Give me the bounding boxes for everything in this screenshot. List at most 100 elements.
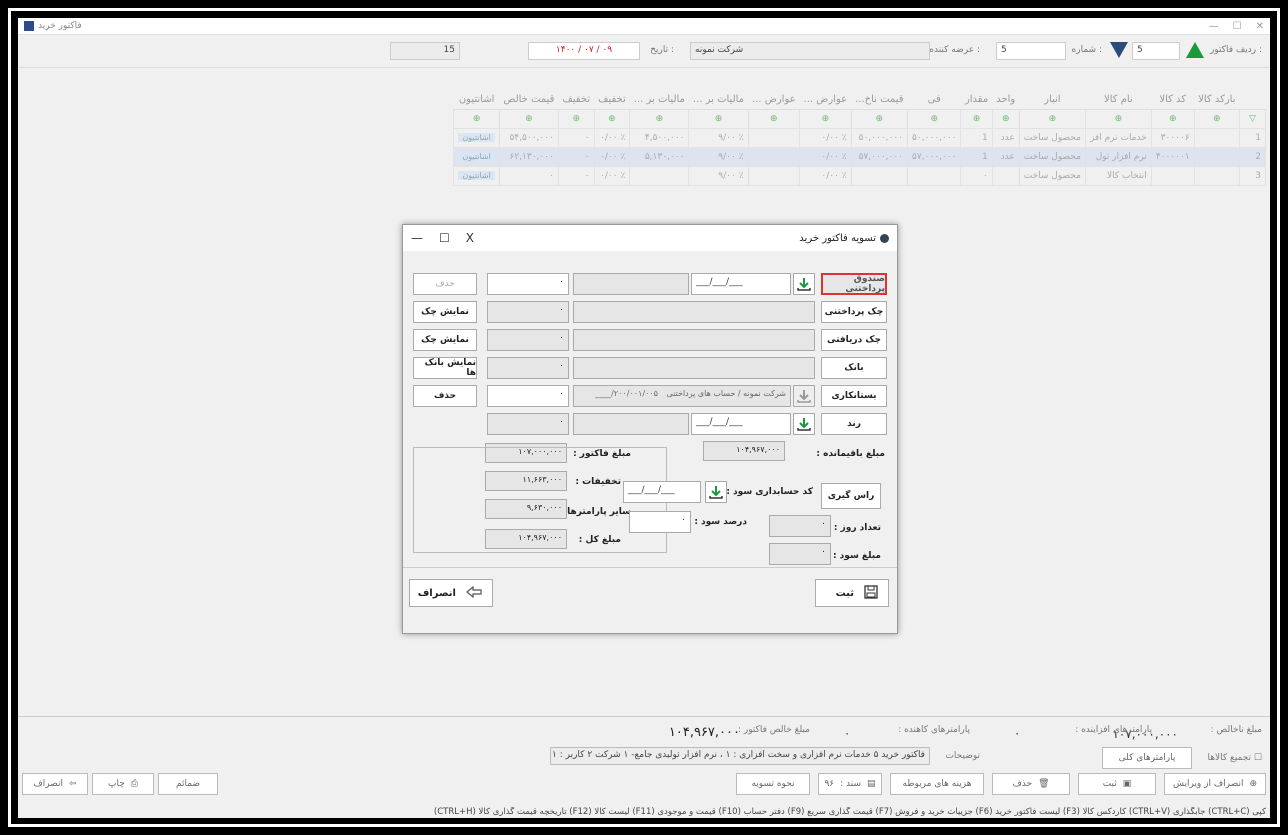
- filter-icon[interactable]: ⊕: [593, 109, 631, 129]
- table-cell[interactable]: ۵۷,۰۰۰,۰۰۰: [907, 147, 962, 167]
- save-button[interactable]: ▣ ثبت: [1078, 773, 1156, 795]
- filter-icon[interactable]: ⊕: [557, 109, 595, 129]
- delete-button[interactable]: 🗑 حذف: [992, 773, 1070, 795]
- table-cell[interactable]: ۰: [557, 128, 595, 148]
- check-payable-amount-field[interactable]: ۰: [487, 301, 569, 323]
- round-date-field[interactable]: ___/___/___: [691, 413, 791, 435]
- grid-header-cell[interactable]: بارکد کالا: [1194, 90, 1240, 110]
- prev-arrow-icon[interactable]: [1108, 39, 1130, 61]
- grid-header-cell[interactable]: مقدار: [960, 90, 993, 110]
- table-cell[interactable]: ۳۰۰۰۰۶: [1150, 128, 1195, 148]
- save-button[interactable]: ثبت: [815, 579, 889, 607]
- filter-icon[interactable]: ⊕: [1084, 109, 1152, 129]
- cash-payable-button[interactable]: صندوق پرداختنی: [821, 273, 887, 295]
- table-cell[interactable]: [1193, 128, 1241, 148]
- download-icon[interactable]: [793, 413, 815, 435]
- table-cell[interactable]: [850, 166, 909, 186]
- number-field[interactable]: 5: [996, 42, 1066, 60]
- grid-header-cell[interactable]: مالیات بر ...: [688, 90, 749, 110]
- grid-header-cell[interactable]: عوارض ...: [748, 90, 800, 110]
- cash-desc-field[interactable]: [573, 273, 689, 295]
- aggregate-checkbox[interactable]: ☐ تجمیع کالاها: [1208, 753, 1262, 763]
- table-cell[interactable]: اشانتیون: [453, 166, 500, 186]
- filter-icon[interactable]: ▽: [1239, 109, 1266, 129]
- creditor-account-field[interactable]: شرکت نمونه / حساب های پرداختنی ۲۰۰/۰۰۱/۰…: [573, 385, 791, 407]
- delete-button[interactable]: حذف: [413, 273, 477, 295]
- round-amount-field[interactable]: ۰: [487, 413, 569, 435]
- maximize-icon[interactable]: ☐: [1233, 21, 1242, 32]
- grid-header-cell[interactable]: نام کالا: [1085, 90, 1152, 110]
- check-receivable-amount-field[interactable]: ۰: [487, 329, 569, 351]
- date-field[interactable]: ۱۴۰۰ / ۰۷ / ۰۹: [528, 42, 640, 60]
- doc-button[interactable]: ▤ سند : ۹۶: [818, 773, 882, 795]
- settlement-button[interactable]: نحوه تسویه: [736, 773, 810, 795]
- supplier-field[interactable]: شرکت نمونه: [690, 42, 930, 60]
- related-costs-button[interactable]: هزینه های مربوطه: [890, 773, 984, 795]
- table-cell[interactable]: خدمات نرم افز: [1084, 128, 1152, 148]
- filter-icon[interactable]: ⊕: [1018, 109, 1086, 129]
- table-cell[interactable]: [1150, 166, 1195, 186]
- table-cell[interactable]: [747, 147, 801, 167]
- row-field[interactable]: 5: [1132, 42, 1180, 60]
- print-button[interactable]: ⎙ چاپ: [92, 773, 154, 795]
- general-params-button[interactable]: پارامترهای کلی: [1102, 747, 1192, 769]
- delete-button[interactable]: حذف: [413, 385, 477, 407]
- filter-icon[interactable]: ⊕: [453, 109, 500, 129]
- bank-button[interactable]: بانک: [821, 357, 887, 379]
- table-cell[interactable]: ٪ ۹/۰۰: [688, 166, 749, 186]
- table-cell[interactable]: ٪ ۹/۰۰: [688, 128, 749, 148]
- table-cell[interactable]: [747, 128, 801, 148]
- description-field[interactable]: فاکتور خرید ۵ خدمات نرم افزاری و سخت افز…: [550, 747, 930, 765]
- grid-header-cell[interactable]: قیمت ناخ...: [851, 90, 908, 110]
- gift-button[interactable]: اشانتیون: [458, 171, 495, 180]
- filter-icon[interactable]: ⊕: [629, 109, 690, 129]
- cancel-button[interactable]: ⇦ انصراف: [22, 773, 88, 795]
- table-cell[interactable]: ۵۰,۰۰۰,۰۰۰: [907, 128, 962, 148]
- attachments-button[interactable]: ضمائم: [158, 773, 218, 795]
- grid-header-cell[interactable]: مالیات بر ...: [629, 90, 689, 110]
- show-banks-button[interactable]: نمایش بانک ها: [413, 357, 477, 379]
- filter-icon[interactable]: ⊕: [850, 109, 909, 129]
- bank-amount-field[interactable]: ۰: [487, 357, 569, 379]
- check-receivable-desc-field[interactable]: [573, 329, 815, 351]
- table-cell[interactable]: ٪ ۹/۰۰: [688, 147, 749, 167]
- profit-percent-field[interactable]: ۰: [629, 511, 691, 533]
- table-cell[interactable]: ۵۰,۰۰۰,۰۰۰: [850, 128, 909, 148]
- table-row[interactable]: 2 ۴۰۰۰۰۰۱ نرم افزار تول محصول ساخت عدد 1 ۵۷,۰…: [453, 147, 1266, 167]
- filter-icon[interactable]: ⊕: [991, 109, 1020, 129]
- table-cell[interactable]: محصول ساخت: [1018, 147, 1086, 167]
- table-cell[interactable]: عدد: [991, 147, 1020, 167]
- table-cell[interactable]: ۶۲,۱۳۰,۰۰۰: [498, 147, 559, 167]
- table-cell[interactable]: محصول ساخت: [1018, 166, 1086, 186]
- table-cell[interactable]: ۰: [557, 166, 595, 186]
- gift-button[interactable]: اشانتیون: [458, 133, 495, 142]
- table-cell[interactable]: 1: [960, 128, 993, 148]
- round-button[interactable]: رند: [821, 413, 887, 435]
- profit-amount-field[interactable]: ۰: [769, 543, 831, 565]
- table-cell[interactable]: عدد: [991, 128, 1020, 148]
- show-check-button[interactable]: نمایش چک: [413, 329, 477, 351]
- table-cell[interactable]: ٪ ۰/۰۰: [593, 128, 631, 148]
- creditor-amount-field[interactable]: ۰: [487, 385, 569, 407]
- ras-giri-button[interactable]: راس گیری: [821, 483, 881, 509]
- filter-icon[interactable]: ⊕: [688, 109, 749, 129]
- creditor-button[interactable]: بستانکاری: [821, 385, 887, 407]
- close-icon[interactable]: ✕: [1256, 21, 1264, 32]
- table-cell[interactable]: ۰: [960, 166, 993, 186]
- table-cell[interactable]: [747, 166, 801, 186]
- table-cell[interactable]: [629, 166, 690, 186]
- table-cell[interactable]: ٪ ۰/۰۰: [799, 128, 852, 148]
- bank-desc-field[interactable]: [573, 357, 815, 379]
- filter-icon[interactable]: ⊕: [498, 109, 559, 129]
- grid-header-cell[interactable]: عوارض ...: [799, 90, 852, 110]
- table-cell[interactable]: ۰: [557, 147, 595, 167]
- table-cell[interactable]: ٪ ۰/۰۰: [593, 166, 631, 186]
- table-cell[interactable]: اشانتیون: [453, 147, 500, 167]
- grid-header-cell[interactable]: فی: [907, 90, 961, 110]
- table-cell[interactable]: محصول ساخت: [1018, 128, 1086, 148]
- grid-header-cell[interactable]: قیمت خالص: [499, 90, 559, 110]
- download-icon[interactable]: [705, 481, 727, 503]
- grid-header-cell[interactable]: تخفیف: [558, 90, 595, 110]
- table-cell[interactable]: ٪ ۰/۰۰: [799, 166, 852, 186]
- table-row[interactable]: 3 انتخاب کالا محصول ساخت ۰ ٪ ۰/۰۰ ٪ ۹/۰۰ ٪ ۰/…: [453, 166, 1266, 186]
